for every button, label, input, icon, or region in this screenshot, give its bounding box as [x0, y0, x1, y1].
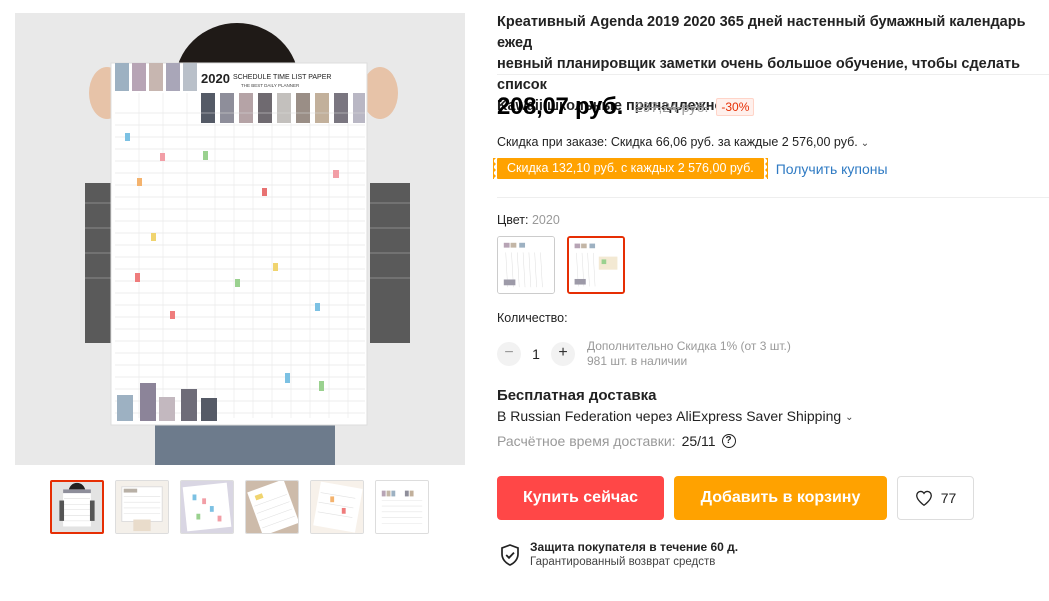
buyer-protection-title: Защита покупателя в течение 60 д.: [530, 540, 739, 554]
buyer-protection: Защита покупателя в течение 60 д. Гарант…: [500, 540, 738, 570]
thumbnail-3[interactable]: [180, 480, 234, 534]
coupon-row: Скидка 132,10 руб. с каждых 2 576,00 руб…: [497, 158, 888, 179]
heart-icon: [915, 490, 933, 506]
shipping-method-text: В Russian Federation через AliExpress Sa…: [497, 408, 842, 424]
store-discount[interactable]: Скидка при заказе: Скидка 66,06 руб. за …: [497, 135, 869, 149]
shipping-method[interactable]: В Russian Federation через AliExpress Sa…: [497, 408, 854, 424]
poster-headline: SCHEDULE TIME LIST PAPER: [233, 74, 331, 81]
quantity-increase-button[interactable]: +: [551, 342, 575, 366]
quantity-label: Количество:: [497, 311, 568, 325]
color-swatch-1[interactable]: [497, 236, 555, 294]
poster-tagline: THE BEST DAILY PLANNER: [241, 83, 300, 88]
quantity-decrease-button[interactable]: −: [497, 342, 521, 366]
product-photo: 2020 SCHEDULE TIME LIST PAPER THE BEST D…: [15, 13, 465, 465]
main-product-image[interactable]: 2020 SCHEDULE TIME LIST PAPER THE BEST D…: [15, 13, 465, 465]
shield-check-icon: [500, 544, 520, 566]
thumbnail-6[interactable]: [375, 480, 429, 534]
chevron-down-icon[interactable]: ⌄: [845, 412, 853, 423]
stock-text: 981 шт. в наличии: [587, 354, 688, 368]
buyer-protection-text: Защита покупателя в течение 60 д. Гарант…: [530, 540, 738, 570]
divider: [497, 197, 1049, 198]
thumbnail-1[interactable]: [50, 480, 104, 534]
color-swatch-2020[interactable]: [567, 236, 625, 294]
thumbnail-strip: [50, 480, 429, 534]
delivery-eta-label: Расчётное время доставки:: [497, 433, 676, 449]
add-to-cart-button[interactable]: Добавить в корзину: [674, 476, 887, 520]
store-discount-text: Скидка при заказе: Скидка 66,06 руб. за …: [497, 135, 858, 149]
discount-badge: -30%: [716, 98, 755, 116]
thumbnail-2[interactable]: [115, 480, 169, 534]
color-swatches: [497, 236, 625, 294]
delivery-eta-date: 25/11: [681, 433, 716, 449]
quantity-value[interactable]: 1: [521, 346, 551, 362]
quantity-stepper: − 1 + Дополнительно Скидка 1% (от 3 шт.)…: [497, 339, 791, 369]
quantity-info: Дополнительно Скидка 1% (от 3 шт.) 981 ш…: [587, 339, 791, 369]
buy-now-button[interactable]: Купить сейчас: [497, 476, 664, 520]
shipping-title: Бесплатная доставка: [497, 387, 657, 404]
price-row: 208,07 руб. 297,24 руб. -30%: [497, 93, 755, 121]
buyer-protection-subtitle: Гарантированный возврат средств: [530, 556, 716, 568]
chevron-down-icon[interactable]: ⌄: [861, 138, 869, 149]
coupon-tag: Скидка 132,10 руб. с каждых 2 576,00 руб…: [497, 158, 768, 179]
color-label: Цвет: 2020: [497, 213, 560, 227]
current-price: 208,07 руб.: [497, 93, 623, 120]
divider: [497, 74, 1049, 75]
action-buttons: Купить сейчас Добавить в корзину 77: [497, 476, 974, 520]
original-price: 297,24 руб.: [634, 99, 709, 115]
help-icon[interactable]: ?: [721, 434, 736, 448]
color-label-text: Цвет:: [497, 213, 529, 227]
poster-year: 2020: [201, 71, 230, 86]
delivery-estimate: Расчётное время доставки: 25/11 ?: [497, 433, 736, 449]
wishlist-button[interactable]: 77: [897, 476, 974, 520]
color-value: 2020: [531, 213, 560, 227]
thumbnail-4[interactable]: [245, 480, 299, 534]
bulk-discount-text: Дополнительно Скидка 1% (от 3 шт.): [587, 339, 791, 353]
thumbnail-5[interactable]: [310, 480, 364, 534]
get-coupons-link[interactable]: Получить купоны: [776, 161, 888, 177]
wishlist-count: 77: [940, 490, 957, 506]
